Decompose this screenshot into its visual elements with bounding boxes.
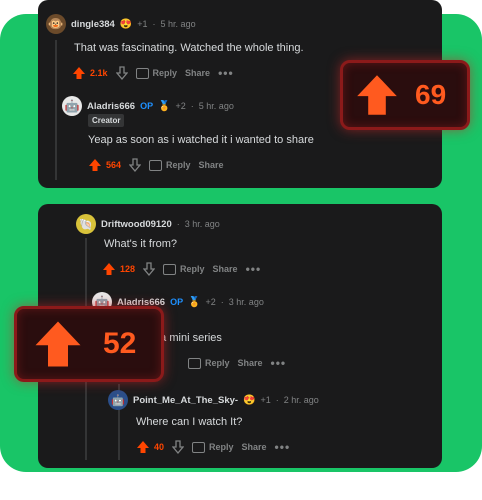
award-count: +1 <box>260 395 271 405</box>
username[interactable]: Aladris666 <box>87 101 135 112</box>
avatar[interactable]: 🤖 <box>62 96 82 116</box>
comment-actions: 40 Reply Share ••• <box>136 440 290 454</box>
comment-actions: Reply Share ••• <box>188 356 286 370</box>
comment-header: 🤖 Aladris666 OP 🏅 +2 · 5 hr. ago <box>62 96 234 116</box>
upvote-button[interactable]: 128 <box>102 262 135 276</box>
comment-body: What's it from? <box>104 238 178 250</box>
share-button[interactable]: Share <box>242 442 267 452</box>
share-button[interactable]: Share <box>238 358 263 368</box>
more-options-icon[interactable]: ••• <box>218 66 234 80</box>
comment-body: That was fascinating. Watched the whole … <box>74 42 304 54</box>
vote-count: 564 <box>106 160 122 170</box>
heart-eyes-icon: 😍 <box>243 394 256 406</box>
downvote-arrow-icon[interactable] <box>172 440 185 454</box>
avatar[interactable]: 🤖 <box>108 390 128 410</box>
upvote-button[interactable]: 2.1k <box>72 66 108 80</box>
user-flair: Creator <box>88 114 125 127</box>
username[interactable]: Driftwood09120 <box>101 219 172 230</box>
upvote-arrow-icon <box>73 67 85 79</box>
downvote-arrow-icon[interactable] <box>143 262 156 276</box>
award-count: +2 <box>175 101 186 111</box>
upvote-arrow-icon <box>103 263 115 275</box>
share-button[interactable]: Share <box>199 160 224 170</box>
callout-number: 52 <box>103 327 137 360</box>
share-button[interactable]: Share <box>213 264 238 274</box>
username[interactable]: dingle384 <box>71 19 115 30</box>
comment-bubble-icon <box>149 159 163 171</box>
upvote-button[interactable]: 40 <box>136 440 164 454</box>
comment-body: Yeap as soon as i watched it i wanted to… <box>88 134 314 146</box>
upvote-arrow-icon <box>137 441 149 453</box>
op-badge: OP <box>170 297 184 307</box>
comment-bubble-icon <box>135 67 149 79</box>
avatar[interactable]: 🐚 <box>76 214 96 234</box>
comment-bubble-icon <box>188 357 201 369</box>
username[interactable]: Point_Me_At_The_Sky- <box>133 395 238 406</box>
timestamp: 5 hr. ago <box>160 19 196 29</box>
award-icon: 🏅 <box>158 100 171 112</box>
comment-body: Where can I watch It? <box>136 416 243 428</box>
timestamp: 5 hr. ago <box>198 101 234 111</box>
award-count: +1 <box>137 19 148 29</box>
share-button[interactable]: Share <box>185 68 210 78</box>
comment-header: 🤖 Point_Me_At_The_Sky- 😍 +1 · 2 hr. ago <box>108 390 319 410</box>
vote-count: 128 <box>120 264 136 274</box>
comment-actions: 128 Reply Share ••• <box>102 262 261 276</box>
avatar[interactable]: 🐵 <box>46 14 66 34</box>
comment-actions: 564 Reply Share <box>88 158 224 172</box>
award-count: +2 <box>205 297 216 307</box>
comment-actions: 2.1k Reply Share ••• <box>72 66 234 80</box>
downvote-arrow-icon[interactable] <box>115 66 128 80</box>
more-options-icon[interactable]: ••• <box>271 356 287 370</box>
timestamp: 3 hr. ago <box>228 297 264 307</box>
comment-bubble-icon <box>192 441 206 453</box>
vote-count: 40 <box>154 442 165 452</box>
comment-bubble-icon <box>163 263 177 275</box>
big-upvote-arrow-icon <box>357 75 397 115</box>
upvote-callout-52: 52 <box>14 306 164 382</box>
reply-button[interactable]: Reply <box>192 441 234 453</box>
reply-button[interactable]: Reply <box>135 67 177 79</box>
timestamp: 2 hr. ago <box>283 395 319 405</box>
upvote-callout-69: 69 <box>340 60 470 130</box>
reply-button[interactable]: Reply <box>188 357 230 369</box>
vote-count: 2.1k <box>90 68 108 78</box>
downvote-arrow-icon[interactable] <box>129 158 142 172</box>
heart-eyes-icon: 😍 <box>119 18 133 30</box>
more-options-icon[interactable]: ••• <box>275 440 291 454</box>
award-icon: 🏅 <box>188 296 201 308</box>
timestamp: 3 hr. ago <box>184 219 220 229</box>
thread-line[interactable] <box>55 40 57 180</box>
reply-button[interactable]: Reply <box>149 159 191 171</box>
more-options-icon[interactable]: ••• <box>246 262 262 276</box>
big-upvote-arrow-icon <box>35 321 81 367</box>
comment-header: 🐵 dingle384 😍 +1 · 5 hr. ago <box>46 14 196 34</box>
comment-header: 🐚 Driftwood09120 · 3 hr. ago <box>76 214 220 234</box>
upvote-arrow-icon <box>89 159 101 171</box>
callout-number: 69 <box>415 79 447 110</box>
op-badge: OP <box>140 101 154 111</box>
reply-button[interactable]: Reply <box>163 263 205 275</box>
upvote-button[interactable]: 564 <box>88 158 121 172</box>
